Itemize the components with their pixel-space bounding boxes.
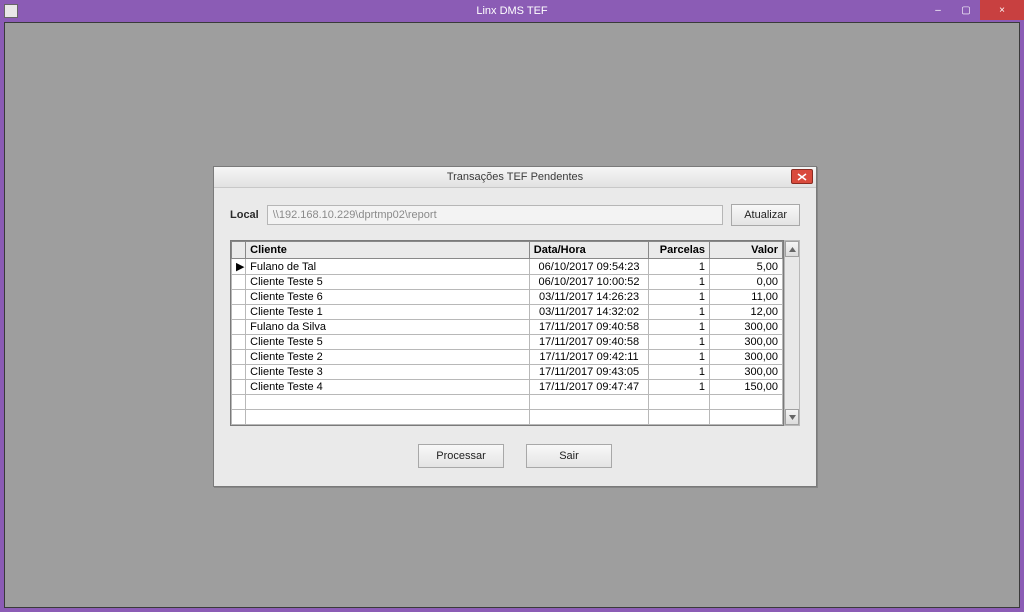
table-row[interactable]: Cliente Teste 603/11/2017 14:26:23111,00 (232, 290, 783, 305)
local-row: Local Atualizar (230, 204, 800, 226)
dialog-footer: Processar Sair (224, 444, 806, 468)
grid-header-datahora[interactable]: Data/Hora (529, 242, 649, 259)
cell-parcelas: 1 (649, 350, 710, 365)
process-button[interactable]: Processar (418, 444, 504, 468)
minimize-button[interactable]: – (924, 0, 952, 20)
app-title: Linx DMS TEF (0, 5, 1024, 17)
cell-cliente: Cliente Teste 5 (246, 335, 530, 350)
row-selector-cell[interactable]: ▶ (232, 259, 246, 275)
cell-valor: 11,00 (710, 290, 783, 305)
dialog-body: Local Atualizar Cliente Data/Hora Parcel… (214, 188, 816, 486)
cell-datahora: 06/10/2017 09:54:23 (529, 259, 649, 275)
scroll-down-button[interactable] (785, 409, 799, 425)
cell-cliente: Cliente Teste 6 (246, 290, 530, 305)
local-input[interactable] (267, 205, 723, 225)
exit-button[interactable]: Sair (526, 444, 612, 468)
cell-parcelas: 1 (649, 335, 710, 350)
cell-cliente: Cliente Teste 4 (246, 380, 530, 395)
cell-parcelas: 1 (649, 305, 710, 320)
cell-cliente: Fulano de Tal (246, 259, 530, 275)
table-row[interactable]: Cliente Teste 317/11/2017 09:43:051300,0… (232, 365, 783, 380)
cell-datahora: 06/10/2017 10:00:52 (529, 275, 649, 290)
close-button[interactable]: × (980, 0, 1024, 20)
grid-header-valor[interactable]: Valor (710, 242, 783, 259)
row-selector-cell[interactable] (232, 365, 246, 380)
cell-cliente: Fulano da Silva (246, 320, 530, 335)
table-row[interactable]: Cliente Teste 417/11/2017 09:47:471150,0… (232, 380, 783, 395)
table-row[interactable]: Cliente Teste 103/11/2017 14:32:02112,00 (232, 305, 783, 320)
cell-valor: 300,00 (710, 365, 783, 380)
grid-header-parcelas[interactable]: Parcelas (649, 242, 710, 259)
cell-cliente: Cliente Teste 2 (246, 350, 530, 365)
cell-parcelas: 1 (649, 365, 710, 380)
main-titlebar: Linx DMS TEF – ▢ × (0, 0, 1024, 22)
table-row[interactable]: Cliente Teste 217/11/2017 09:42:111300,0… (232, 350, 783, 365)
cell-cliente: Cliente Teste 5 (246, 275, 530, 290)
table-row[interactable]: Fulano da Silva17/11/2017 09:40:581300,0… (232, 320, 783, 335)
cell-valor: 300,00 (710, 320, 783, 335)
grid-vertical-scrollbar[interactable] (784, 240, 800, 426)
cell-valor: 12,00 (710, 305, 783, 320)
cell-datahora: 17/11/2017 09:43:05 (529, 365, 649, 380)
grid-header-cliente[interactable]: Cliente (246, 242, 530, 259)
row-selector-cell[interactable] (232, 320, 246, 335)
cell-datahora: 17/11/2017 09:47:47 (529, 380, 649, 395)
cell-valor: 5,00 (710, 259, 783, 275)
cell-datahora: 03/11/2017 14:26:23 (529, 290, 649, 305)
row-selector-cell[interactable] (232, 305, 246, 320)
cell-datahora: 17/11/2017 09:40:58 (529, 320, 649, 335)
row-selector-cell[interactable] (232, 275, 246, 290)
dialog-title: Transações TEF Pendentes (214, 171, 816, 183)
table-row-empty (232, 395, 783, 410)
update-button[interactable]: Atualizar (731, 204, 800, 226)
pending-transactions-dialog: Transações TEF Pendentes Local Atualizar (213, 166, 817, 487)
cell-parcelas: 1 (649, 380, 710, 395)
dialog-titlebar: Transações TEF Pendentes (214, 167, 816, 188)
cell-parcelas: 1 (649, 320, 710, 335)
transactions-grid[interactable]: Cliente Data/Hora Parcelas Valor ▶Fulano… (230, 240, 784, 426)
window-controls: – ▢ × (924, 0, 1024, 20)
table-row[interactable]: ▶Fulano de Tal06/10/2017 09:54:2315,00 (232, 259, 783, 275)
close-icon (797, 173, 807, 181)
chevron-up-icon (789, 247, 796, 252)
maximize-button[interactable]: ▢ (952, 0, 980, 20)
dialog-close-button[interactable] (791, 169, 813, 184)
row-selector-cell[interactable] (232, 290, 246, 305)
cell-parcelas: 1 (649, 259, 710, 275)
grid-header-selector (232, 242, 246, 259)
cell-parcelas: 1 (649, 290, 710, 305)
cell-datahora: 17/11/2017 09:42:11 (529, 350, 649, 365)
grid-wrap: Cliente Data/Hora Parcelas Valor ▶Fulano… (230, 240, 800, 426)
scroll-up-button[interactable] (785, 241, 799, 257)
cell-parcelas: 1 (649, 275, 710, 290)
mdi-workspace: Transações TEF Pendentes Local Atualizar (4, 22, 1020, 608)
local-label: Local (230, 209, 259, 221)
cell-valor: 300,00 (710, 350, 783, 365)
cell-cliente: Cliente Teste 1 (246, 305, 530, 320)
table-row[interactable]: Cliente Teste 506/10/2017 10:00:5210,00 (232, 275, 783, 290)
chevron-down-icon (789, 415, 796, 420)
row-selector-cell[interactable] (232, 335, 246, 350)
cell-cliente: Cliente Teste 3 (246, 365, 530, 380)
cell-valor: 0,00 (710, 275, 783, 290)
cell-valor: 150,00 (710, 380, 783, 395)
cell-valor: 300,00 (710, 335, 783, 350)
row-selector-cell[interactable] (232, 350, 246, 365)
row-selector-cell[interactable] (232, 380, 246, 395)
grid-header-row: Cliente Data/Hora Parcelas Valor (232, 242, 783, 259)
table-row-empty (232, 410, 783, 425)
cell-datahora: 17/11/2017 09:40:58 (529, 335, 649, 350)
cell-datahora: 03/11/2017 14:32:02 (529, 305, 649, 320)
table-row[interactable]: Cliente Teste 517/11/2017 09:40:581300,0… (232, 335, 783, 350)
